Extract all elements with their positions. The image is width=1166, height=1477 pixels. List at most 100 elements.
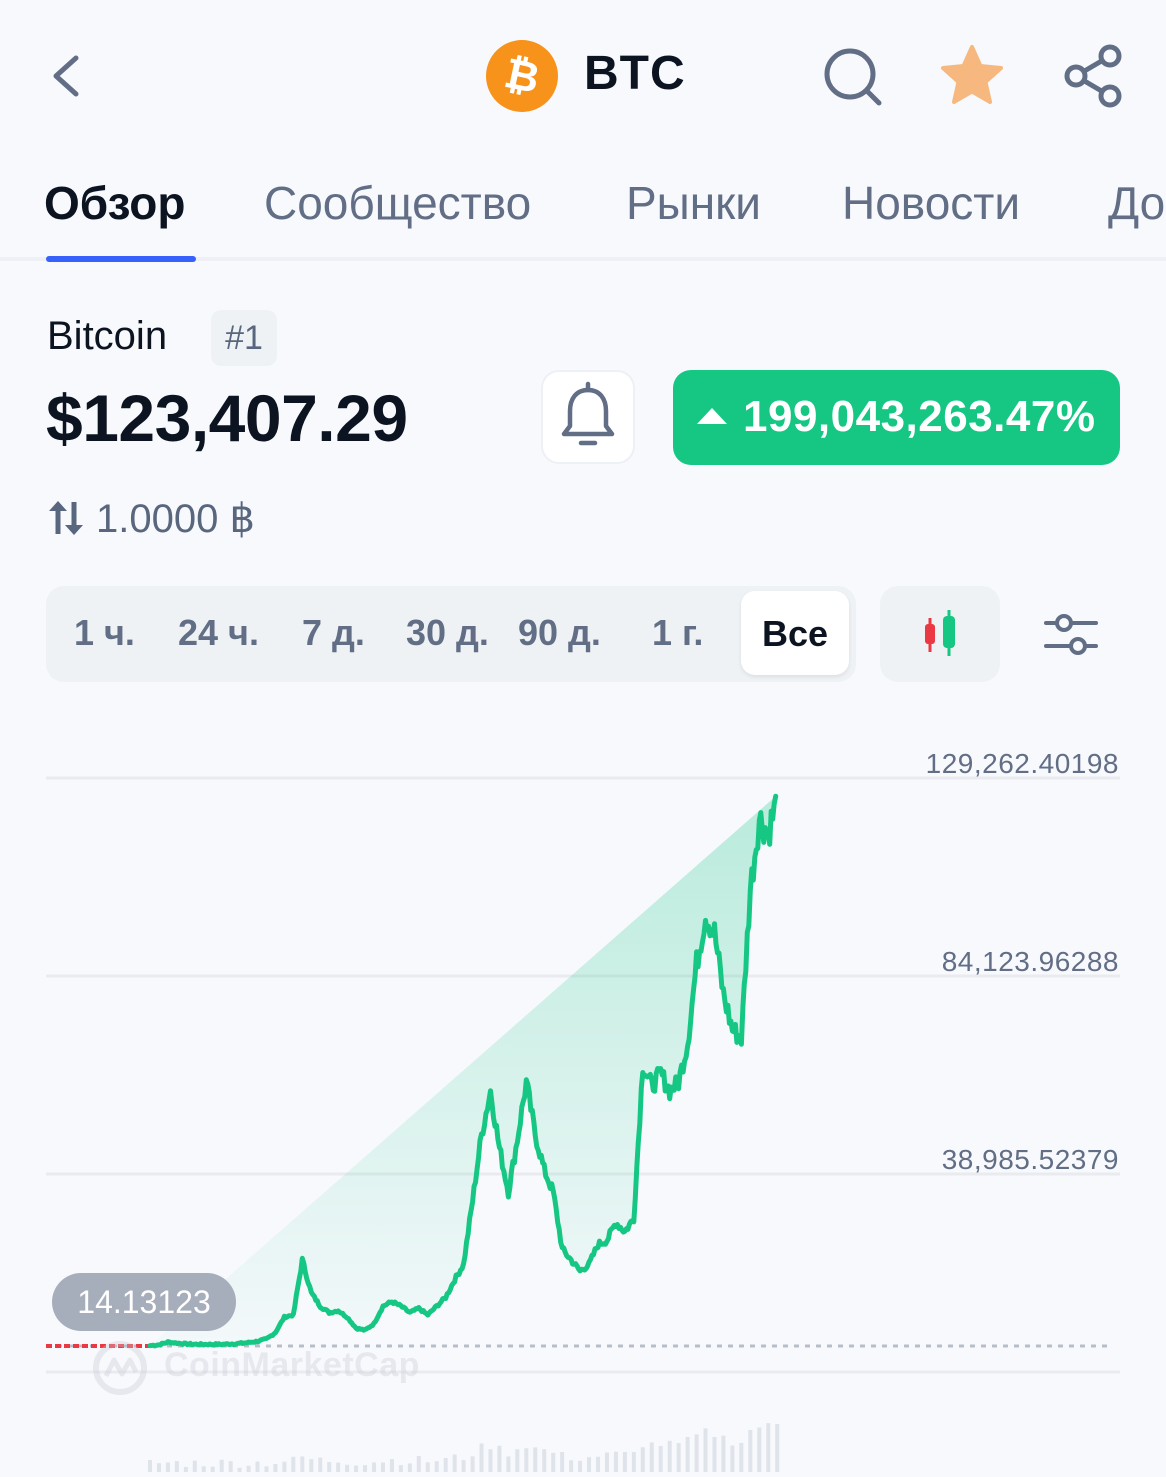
- volume-bar: [712, 1437, 717, 1472]
- volume-bar: [766, 1423, 771, 1472]
- volume-bar: [416, 1455, 421, 1472]
- price-alert-button[interactable]: [541, 370, 635, 464]
- volume-bar: [291, 1456, 296, 1472]
- volume-bar: [775, 1423, 780, 1472]
- tab-community[interactable]: Сообщество: [264, 176, 531, 230]
- volume-bar: [372, 1462, 376, 1472]
- volume-bar: [398, 1465, 403, 1472]
- volume-bar: [363, 1465, 368, 1472]
- volume-bar: [604, 1452, 609, 1472]
- volume-bar: [210, 1466, 215, 1472]
- volume-bar: [613, 1451, 618, 1472]
- volume-bar: [524, 1448, 529, 1472]
- volume-bar: [658, 1446, 663, 1472]
- period-7d[interactable]: 7 д.: [302, 612, 365, 654]
- search-icon: [824, 48, 882, 106]
- candlestick-icon: [925, 610, 955, 656]
- volume-bar: [228, 1461, 233, 1472]
- volume-bar: [730, 1445, 735, 1472]
- volume-bar: [748, 1430, 753, 1472]
- volume-bar: [676, 1443, 681, 1472]
- volume-bar: [739, 1442, 744, 1472]
- volume-bar: [649, 1442, 654, 1472]
- period-90d[interactable]: 90 д.: [518, 612, 601, 654]
- back-button[interactable]: [40, 48, 96, 104]
- tab-news[interactable]: Новости: [842, 176, 1020, 230]
- volume-bar: [667, 1440, 672, 1472]
- price-change-value: 199,043,263.47%: [743, 392, 1096, 441]
- volume-bar: [336, 1462, 341, 1472]
- rank-badge: #1: [211, 310, 277, 366]
- volume-bar: [631, 1452, 636, 1472]
- share-button[interactable]: [1060, 42, 1128, 110]
- search-button[interactable]: [820, 42, 888, 110]
- share-icon: [1064, 44, 1122, 108]
- volume-bar: [345, 1464, 350, 1472]
- volume-bar: [569, 1460, 574, 1472]
- watchlist-star-button[interactable]: [938, 42, 1006, 110]
- start-price-badge: 14.13123: [52, 1273, 236, 1331]
- watermark-text: CoinMarketCap: [164, 1346, 420, 1384]
- volume-bar: [578, 1460, 583, 1472]
- y-axis-label-low: 38,985.52379: [941, 1144, 1119, 1175]
- volume-bar: [327, 1462, 332, 1472]
- volume-bar: [282, 1461, 287, 1472]
- volume-bar: [183, 1466, 188, 1472]
- period-1h[interactable]: 1 ч.: [74, 612, 135, 654]
- swap-arrows-icon: [46, 498, 86, 538]
- volume-bar: [246, 1465, 251, 1472]
- volume-bar: [434, 1461, 439, 1472]
- svg-text:₿: ₿: [500, 49, 543, 102]
- coin-symbol: BTC: [584, 47, 686, 100]
- period-30d[interactable]: 30 д.: [406, 612, 489, 654]
- period-all[interactable]: Все: [741, 591, 849, 675]
- volume-bar: [219, 1459, 224, 1472]
- tab-more[interactable]: До: [1108, 176, 1165, 230]
- volume-bar: [515, 1449, 520, 1472]
- conversion-value[interactable]: 1.0000 ฿: [96, 496, 255, 542]
- volume-bar: [318, 1457, 323, 1472]
- back-chevron-icon: [53, 55, 79, 97]
- volume-bar: [640, 1447, 645, 1472]
- star-icon: [941, 45, 1003, 104]
- caret-up-icon: [697, 408, 727, 424]
- volume-bar: [506, 1456, 511, 1472]
- volume-bar: [148, 1459, 152, 1472]
- volume-bar: [452, 1454, 457, 1472]
- volume-bar: [425, 1462, 430, 1472]
- volume-bar: [703, 1428, 708, 1472]
- sliders-icon: [1044, 614, 1098, 655]
- volume-bar: [255, 1461, 260, 1472]
- volume-bar: [165, 1462, 170, 1472]
- volume-bar: [560, 1451, 565, 1472]
- volume-bar: [380, 1462, 385, 1472]
- tab-markets[interactable]: Рынки: [626, 176, 761, 230]
- volume-bar: [470, 1456, 475, 1472]
- volume-bar: [721, 1435, 726, 1472]
- volume-bars: [148, 1423, 780, 1472]
- volume-bar: [354, 1465, 359, 1472]
- coinmarketcap-logo-icon: [93, 1341, 147, 1395]
- volume-bar: [389, 1458, 394, 1472]
- volume-bar: [300, 1456, 305, 1472]
- y-axis-label-mid: 84,123.96288: [941, 946, 1119, 977]
- volume-bar: [443, 1458, 448, 1472]
- volume-bar: [542, 1449, 547, 1472]
- bitcoin-logo-icon: ₿: [486, 40, 558, 112]
- volume-bar: [757, 1427, 762, 1472]
- volume-bar: [273, 1463, 278, 1472]
- volume-bar: [174, 1461, 179, 1472]
- volume-bar: [237, 1467, 242, 1472]
- volume-bar: [309, 1459, 314, 1472]
- chart-settings-button[interactable]: [1040, 606, 1102, 662]
- tab-overview[interactable]: Обзор: [44, 176, 186, 230]
- volume-bar: [156, 1463, 161, 1472]
- candlestick-toggle-button[interactable]: [880, 586, 1000, 682]
- y-axis-label-top: 129,262.40198: [925, 748, 1119, 779]
- period-24h[interactable]: 24 ч.: [178, 612, 259, 654]
- volume-bar: [479, 1443, 484, 1472]
- volume-bar: [407, 1463, 412, 1472]
- coinmarketcap-watermark: CoinMarketCap: [92, 1338, 432, 1398]
- period-1y[interactable]: 1 г.: [652, 612, 703, 654]
- bell-icon: [561, 381, 615, 446]
